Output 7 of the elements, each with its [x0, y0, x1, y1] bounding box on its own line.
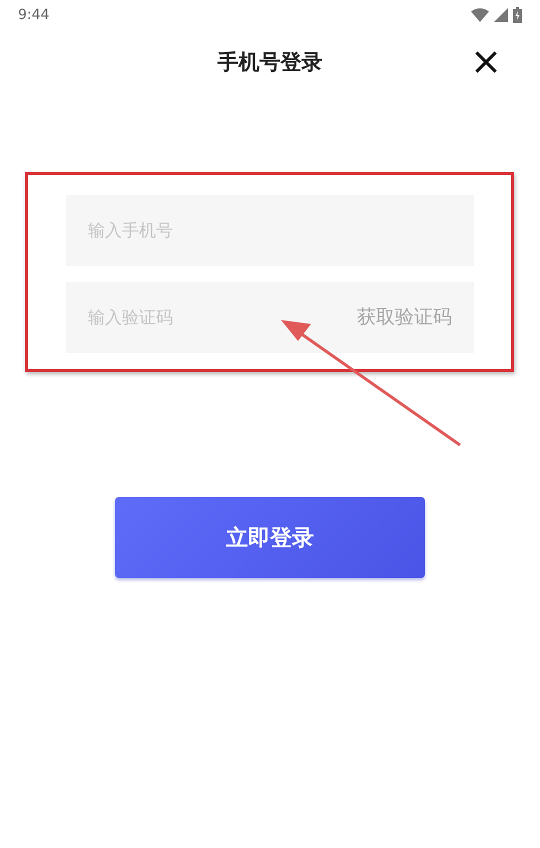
battery-icon	[513, 7, 522, 23]
status-time: 9:44	[18, 7, 50, 23]
signal-icon	[494, 8, 508, 22]
close-button[interactable]: ×	[470, 42, 502, 80]
wifi-icon	[471, 8, 489, 22]
page-title: 手机号登录	[218, 49, 322, 76]
login-button[interactable]: 立即登录	[115, 497, 425, 578]
